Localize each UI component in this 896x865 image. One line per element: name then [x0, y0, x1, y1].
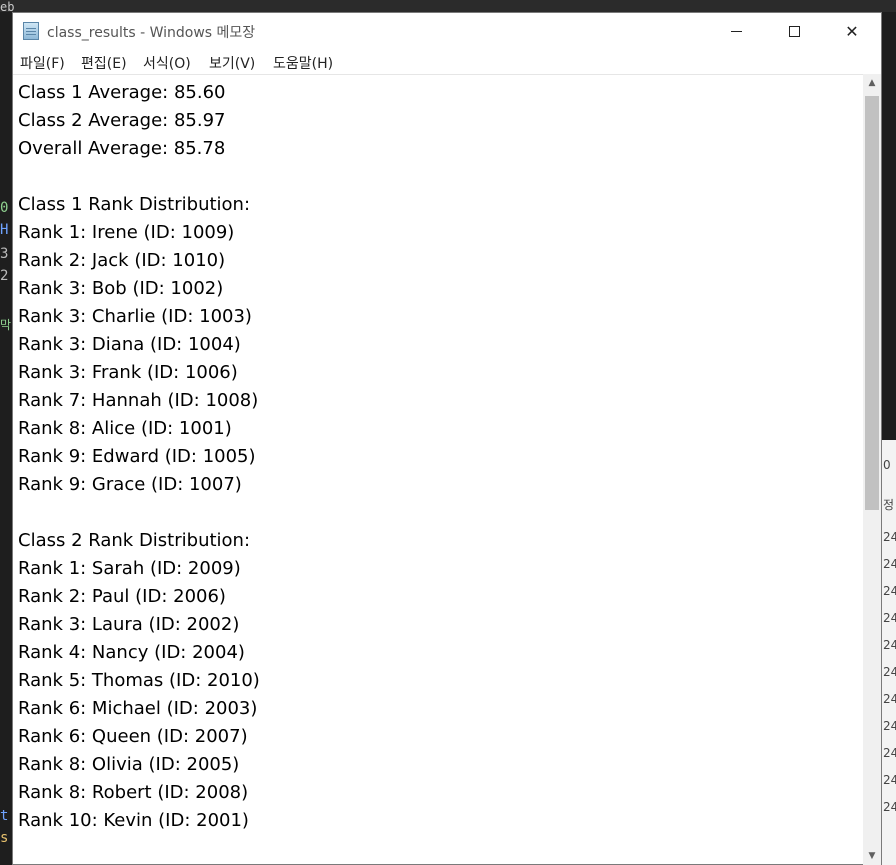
text-line: Rank 1: Irene (ID: 1009)	[18, 222, 235, 243]
text-line: Rank 8: Alice (ID: 1001)	[18, 418, 232, 439]
text-line: Class 2 Rank Distribution:	[18, 530, 251, 551]
background-editor-strip	[0, 12, 12, 865]
menu-edit[interactable]: 편집(E)	[81, 53, 127, 73]
menu-bar: 파일(F) 편집(E) 서식(O) 보기(V) 도움말(H)	[13, 49, 881, 73]
text-line: Rank 3: Frank (ID: 1006)	[18, 362, 238, 383]
menu-view[interactable]: 보기(V)	[209, 53, 255, 73]
scroll-up-icon[interactable]: ▲	[863, 74, 881, 92]
background-taskbar	[0, 0, 896, 12]
background-text-fragment: 24	[883, 746, 896, 760]
window-title: class_results - Windows 메모장	[47, 25, 256, 41]
text-line: Rank 8: Olivia (ID: 2005)	[18, 754, 240, 775]
text-line: Rank 3: Diana (ID: 1004)	[18, 334, 241, 355]
background-text-fragment: 0	[883, 458, 891, 472]
background-text-fragment: 3	[0, 246, 9, 262]
text-line: Rank 9: Grace (ID: 1007)	[18, 474, 242, 495]
text-line: Rank 3: Laura (ID: 2002)	[18, 614, 240, 635]
text-line: Rank 2: Jack (ID: 1010)	[18, 250, 226, 271]
maximize-button[interactable]	[765, 13, 823, 49]
title-bar[interactable]: class_results - Windows 메모장 ✕	[13, 13, 881, 49]
notepad-icon[interactable]	[23, 22, 39, 40]
background-text-fragment: 24	[883, 692, 896, 706]
background-text-fragment: 24	[883, 773, 896, 787]
close-button[interactable]: ✕	[823, 13, 881, 49]
background-text-fragment: 24	[883, 638, 896, 652]
background-text-fragment: 24	[883, 530, 896, 544]
text-line: Overall Average: 85.78	[18, 138, 226, 159]
text-line: Class 1 Average: 85.60	[18, 82, 226, 103]
text-line: Rank 9: Edward (ID: 1005)	[18, 446, 256, 467]
close-icon: ✕	[845, 21, 859, 41]
background-text-fragment: 0	[0, 200, 9, 216]
background-text-fragment: 2	[0, 268, 9, 284]
background-text-fragment: 24	[883, 800, 896, 814]
background-text-fragment: 24	[883, 719, 896, 733]
text-line: Rank 3: Bob (ID: 1002)	[18, 278, 224, 299]
text-line: Rank 1: Sarah (ID: 2009)	[18, 558, 241, 579]
vertical-scrollbar[interactable]: ▲ ▼	[863, 74, 881, 865]
text-line: Rank 10: Kevin (ID: 2001)	[18, 810, 249, 831]
text-line: Rank 3: Charlie (ID: 1003)	[18, 306, 252, 327]
scroll-down-icon[interactable]: ▼	[863, 847, 881, 865]
scroll-thumb[interactable]	[865, 96, 879, 510]
text-line: Rank 7: Hannah (ID: 1008)	[18, 390, 259, 411]
minimize-icon	[730, 30, 742, 32]
background-text-fragment: s	[0, 830, 9, 846]
background-text-fragment: 정	[883, 498, 895, 512]
text-line: Class 1 Rank Distribution:	[18, 194, 251, 215]
text-line: Rank 5: Thomas (ID: 2010)	[18, 670, 260, 691]
menu-format[interactable]: 서식(O)	[143, 53, 191, 73]
notepad-window: class_results - Windows 메모장 ✕ 파일(F) 편집(E…	[12, 12, 882, 865]
text-line: Rank 6: Michael (ID: 2003)	[18, 698, 258, 719]
text-line: Rank 8: Robert (ID: 2008)	[18, 782, 249, 803]
background-text-fragment: 막	[0, 318, 12, 332]
background-text-fragment: t	[0, 808, 9, 824]
background-text-fragment: 24	[883, 611, 896, 625]
background-text-fragment: 24	[883, 557, 896, 571]
text-line	[18, 499, 260, 527]
menu-file[interactable]: 파일(F)	[20, 53, 65, 73]
text-line: Rank 4: Nancy (ID: 2004)	[18, 642, 245, 663]
text-line: Class 2 Average: 85.97	[18, 110, 226, 131]
background-text-fragment: H	[0, 222, 9, 238]
text-line	[18, 163, 260, 191]
minimize-button[interactable]	[707, 13, 765, 49]
text-line: Rank 2: Paul (ID: 2006)	[18, 586, 226, 607]
text-line: Rank 6: Queen (ID: 2007)	[18, 726, 248, 747]
document-text[interactable]: Class 1 Average: 85.60 Class 2 Average: 8…	[18, 79, 260, 835]
background-text-fragment: 24	[883, 584, 896, 598]
text-editor[interactable]: Class 1 Average: 85.60 Class 2 Average: 8…	[13, 74, 863, 865]
menu-help[interactable]: 도움말(H)	[273, 53, 333, 73]
background-text-fragment: 24	[883, 665, 896, 679]
maximize-icon	[788, 25, 800, 37]
